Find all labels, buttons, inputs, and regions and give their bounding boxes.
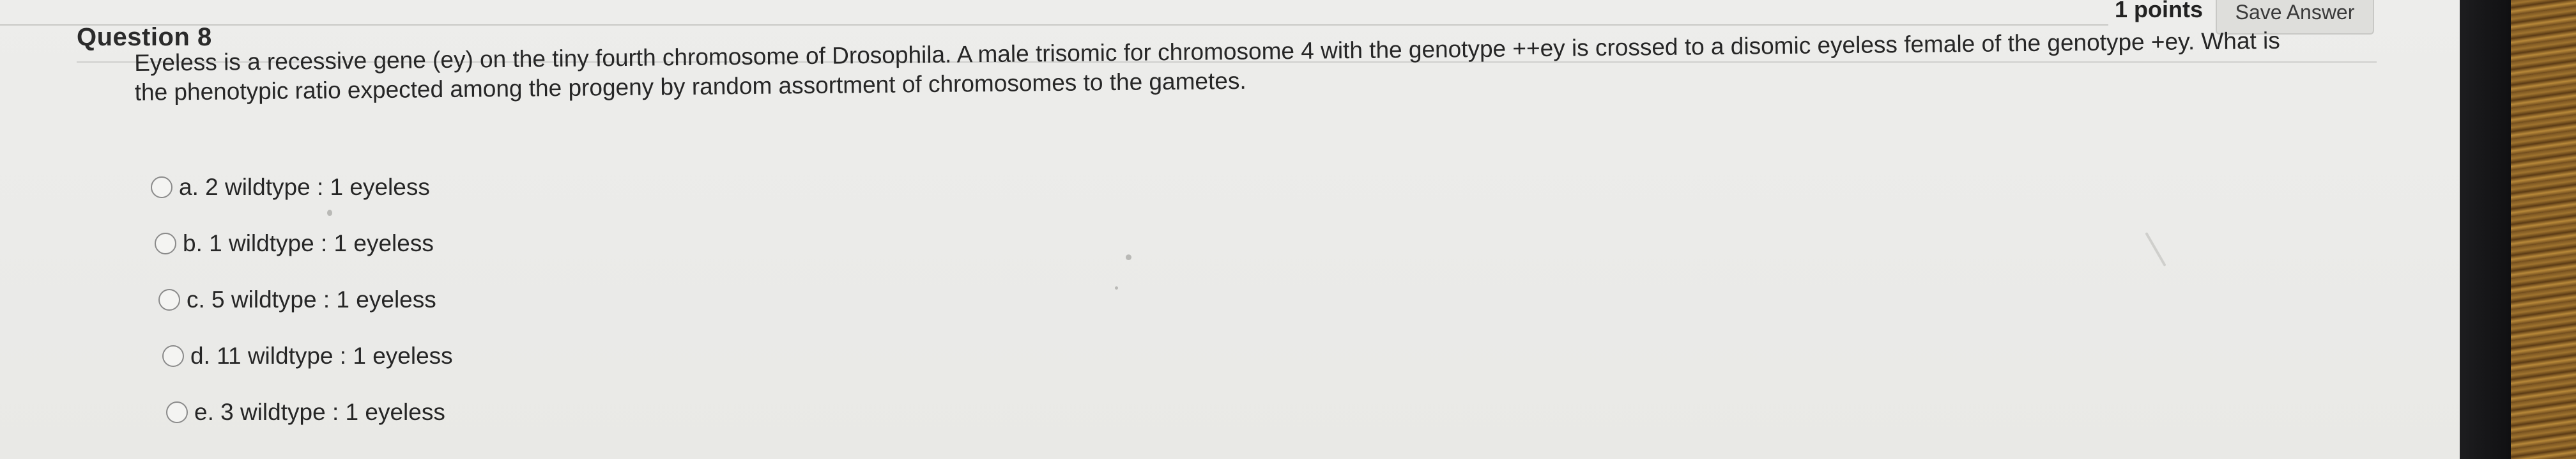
- option-label: d. 11 wildtype : 1 eyeless: [190, 343, 453, 369]
- screen-speck: [327, 210, 332, 216]
- monitor-bezel: [2460, 0, 2511, 459]
- option-label: e. 3 wildtype : 1 eyeless: [194, 399, 445, 425]
- option-c[interactable]: c. 5 wildtype : 1 eyeless: [158, 286, 436, 313]
- option-d[interactable]: d. 11 wildtype : 1 eyeless: [162, 343, 453, 370]
- screen-speck: [1115, 286, 1118, 290]
- screen: Question 8 1 points Save Answer Eyeless …: [0, 0, 2576, 459]
- option-label: c. 5 wildtype : 1 eyeless: [187, 286, 436, 313]
- option-e[interactable]: e. 3 wildtype : 1 eyeless: [166, 399, 445, 426]
- option-b[interactable]: b. 1 wildtype : 1 eyeless: [155, 230, 434, 257]
- radio-button[interactable]: [151, 176, 172, 198]
- radio-button[interactable]: [155, 233, 176, 254]
- option-a[interactable]: a. 2 wildtype : 1 eyeless: [151, 174, 430, 201]
- points-label: 1 points: [2115, 0, 2204, 22]
- question-panel: Question 8 1 points Save Answer Eyeless …: [0, 0, 2460, 459]
- option-label: b. 1 wildtype : 1 eyeless: [183, 230, 434, 256]
- radio-button[interactable]: [158, 289, 180, 311]
- radio-button[interactable]: [162, 345, 184, 367]
- option-label: a. 2 wildtype : 1 eyeless: [179, 174, 430, 200]
- top-divider: [0, 24, 2108, 26]
- screen-speck: [1126, 254, 1131, 260]
- screen-speck: [2145, 232, 2166, 267]
- background-wood: [2511, 0, 2576, 459]
- question-text: Eyeless is a recessive gene (ey) on the …: [134, 27, 2280, 105]
- radio-button[interactable]: [166, 401, 188, 423]
